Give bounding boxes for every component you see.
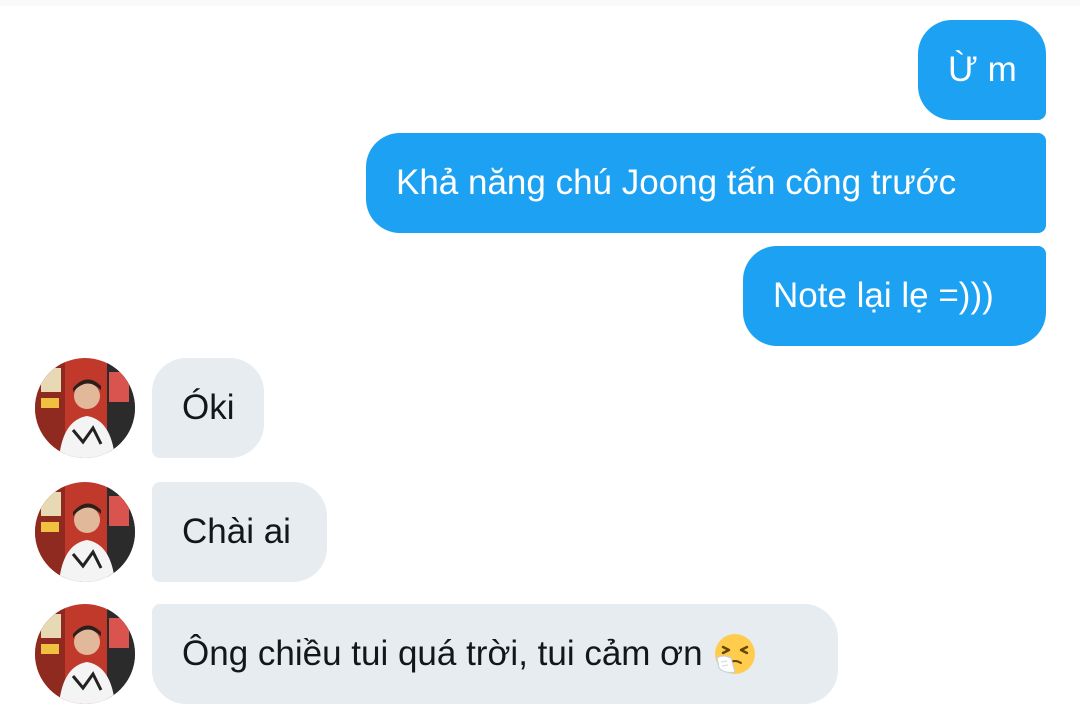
message-text: Óki xyxy=(182,388,235,427)
message-text: Ừ m xyxy=(948,50,1017,89)
sent-message-bubble[interactable]: Ừ m xyxy=(918,20,1046,120)
received-message-bubble[interactable]: Ông chiều tui quá trời, tui cảm ơn xyxy=(152,604,838,704)
sent-message-bubble[interactable]: Note lại lẹ =))) xyxy=(743,246,1046,346)
sender-avatar[interactable] xyxy=(35,604,135,704)
top-edge xyxy=(0,0,1080,6)
sender-avatar[interactable] xyxy=(35,482,135,582)
message-text: Note lại lẹ =))) xyxy=(773,276,994,315)
message-text: Khả năng chú Joong tấn công trước xyxy=(396,163,957,202)
message-text: Ông chiều tui quá trời, tui cảm ơn xyxy=(182,634,703,673)
sent-message-bubble[interactable]: Khả năng chú Joong tấn công trước xyxy=(366,133,1046,233)
sneezing-face-icon xyxy=(713,632,757,676)
sender-avatar[interactable] xyxy=(35,358,135,458)
received-message-bubble[interactable]: Óki xyxy=(152,358,264,458)
message-text: Chài ai xyxy=(182,512,291,551)
received-message-bubble[interactable]: Chài ai xyxy=(152,482,327,582)
